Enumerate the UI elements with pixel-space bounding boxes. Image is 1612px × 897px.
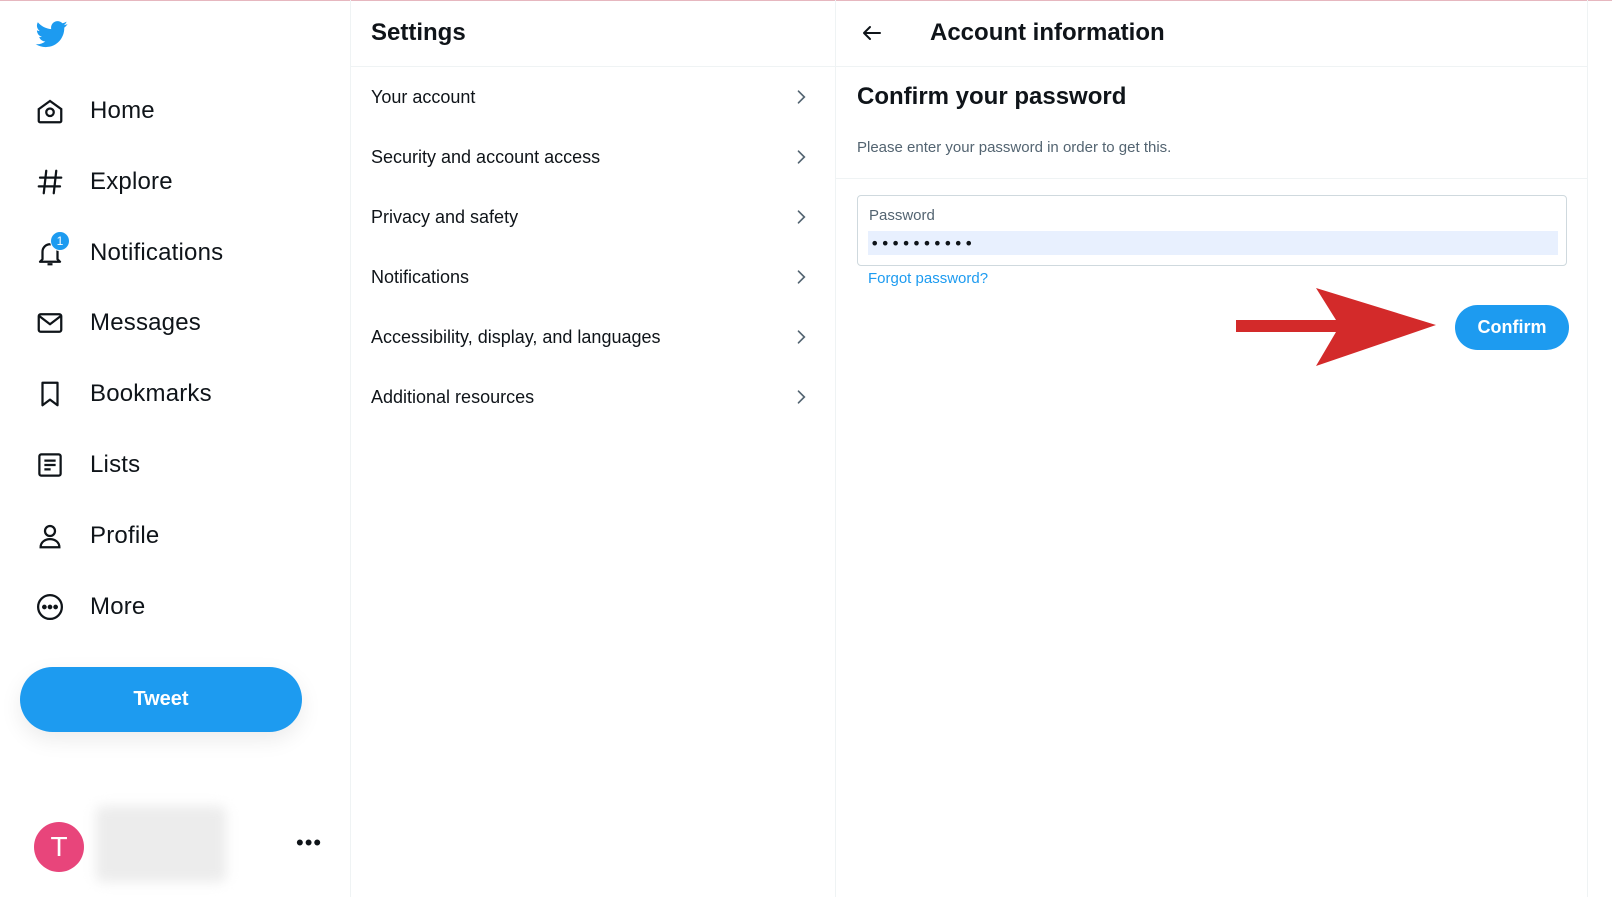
tweet-button[interactable]: Tweet — [20, 667, 302, 732]
nav-bookmarks[interactable]: Bookmarks — [34, 369, 212, 419]
confirm-title: Confirm your password — [857, 83, 1127, 110]
chevron-right-icon — [797, 330, 806, 344]
settings-item-security[interactable]: Security and account access — [351, 127, 835, 187]
settings-item-label: Notifications — [371, 266, 470, 287]
nav-lists[interactable]: Lists — [34, 440, 140, 490]
bookmark-icon — [34, 378, 66, 410]
settings-item-notifications[interactable]: Notifications — [351, 247, 835, 307]
settings-title: Settings — [371, 19, 466, 46]
chevron-right-icon — [797, 210, 806, 224]
confirm-section-header: Confirm your password Please enter your … — [836, 67, 1587, 179]
settings-column: Settings Your account Security and accou… — [350, 0, 836, 897]
envelope-icon — [34, 307, 66, 339]
nav-more[interactable]: More — [34, 582, 145, 632]
password-input[interactable] — [868, 231, 1558, 255]
back-arrow-icon[interactable] — [858, 19, 886, 47]
nav-profile[interactable]: Profile — [34, 511, 159, 561]
nav-messages[interactable]: Messages — [34, 298, 201, 348]
confirm-button[interactable]: Confirm — [1455, 305, 1569, 350]
password-label: Password — [869, 207, 935, 224]
confirm-description: Please enter your password in order to g… — [857, 139, 1172, 156]
settings-header: Settings — [351, 0, 835, 67]
forgot-password-link[interactable]: Forgot password? — [868, 270, 988, 287]
account-switcher[interactable]: T ••• — [34, 800, 324, 886]
chevron-right-icon — [797, 150, 806, 164]
chevron-right-icon — [797, 90, 806, 104]
nav-explore-label: Explore — [90, 168, 173, 195]
settings-item-additional-resources[interactable]: Additional resources — [351, 367, 835, 427]
settings-item-accessibility[interactable]: Accessibility, display, and languages — [351, 307, 835, 367]
account-more-icon[interactable]: ••• — [296, 830, 322, 856]
settings-item-label: Additional resources — [371, 386, 535, 407]
settings-item-label: Security and account access — [371, 146, 601, 167]
list-icon — [34, 449, 66, 481]
hashtag-icon — [34, 166, 66, 198]
chevron-right-icon — [797, 270, 806, 284]
twitter-logo-icon[interactable] — [34, 18, 70, 50]
nav-home[interactable]: Home — [34, 86, 155, 136]
settings-item-privacy[interactable]: Privacy and safety — [351, 187, 835, 247]
avatar: T — [34, 822, 84, 872]
settings-item-label: Your account — [371, 86, 476, 107]
nav-messages-label: Messages — [90, 309, 201, 336]
panel-title: Account information — [930, 19, 1165, 46]
nav-lists-label: Lists — [90, 451, 141, 478]
settings-item-label: Privacy and safety — [371, 206, 519, 227]
settings-item-your-account[interactable]: Your account — [351, 67, 835, 127]
password-field[interactable]: Password — [857, 195, 1567, 266]
nav-explore[interactable]: Explore — [34, 157, 173, 207]
chevron-right-icon — [797, 390, 806, 404]
nav-more-label: More — [90, 593, 146, 620]
home-icon — [34, 95, 66, 127]
nav-notifications-label: Notifications — [90, 239, 224, 266]
account-info-panel: Account information Confirm your passwor… — [836, 0, 1588, 897]
person-icon — [34, 520, 66, 552]
red-arrow-annotation — [1236, 288, 1436, 366]
primary-nav: Home Explore 1 Notifications Messages Bo… — [0, 0, 340, 897]
nav-bookmarks-label: Bookmarks — [90, 380, 212, 407]
nav-home-label: Home — [90, 97, 155, 124]
more-circle-icon — [34, 591, 66, 623]
settings-item-label: Accessibility, display, and languages — [371, 326, 661, 347]
notification-badge: 1 — [50, 231, 70, 251]
bell-icon: 1 — [34, 231, 70, 269]
blurred-account-name — [96, 806, 226, 882]
nav-profile-label: Profile — [90, 522, 160, 549]
nav-notifications[interactable]: 1 Notifications — [34, 228, 223, 278]
panel-header: Account information — [836, 0, 1587, 67]
